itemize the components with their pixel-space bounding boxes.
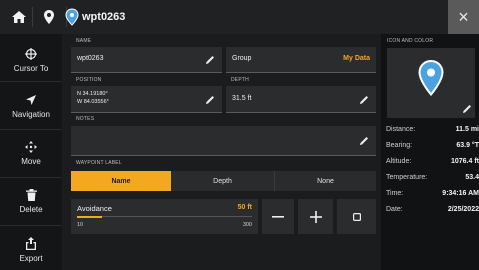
avoidance-control: Avoidance 50 ft 10 300 <box>71 199 258 234</box>
name-label: NAME <box>76 38 92 44</box>
avoidance-decrease-button[interactable] <box>262 199 294 234</box>
name-field[interactable]: wpt0263 <box>71 47 222 73</box>
label-option-depth[interactable]: Depth <box>171 171 275 191</box>
avoidance-increase-button[interactable] <box>298 199 333 234</box>
depth-value: 31.5 ft <box>232 95 252 102</box>
waypoint-pin-icon <box>418 60 444 96</box>
notes-label: NOTES <box>76 116 95 122</box>
info-key: Bearing: <box>386 142 413 149</box>
avoidance-label: Avoidance <box>77 204 112 213</box>
divider <box>0 177 62 178</box>
notes-field[interactable] <box>71 126 376 156</box>
icon-color-title: ICON AND COLOR <box>387 38 434 44</box>
edit-pencil-icon <box>206 56 214 64</box>
position-field[interactable]: N 34.19180° W 84.03556° <box>71 86 222 113</box>
waypoint-title-icon <box>65 8 79 26</box>
minus-icon <box>272 215 284 218</box>
edit-pencil-icon <box>463 105 471 113</box>
info-key: Altitude: <box>386 158 412 165</box>
sidebar-item-label: Export <box>19 254 43 263</box>
home-button[interactable] <box>4 4 34 30</box>
info-key: Temperature: <box>386 174 428 181</box>
avoidance-toggle-button[interactable] <box>337 199 376 234</box>
group-value: My Data <box>343 55 370 62</box>
sidebar-item-label: Navigation <box>12 110 50 119</box>
position-latitude: N 34.19180° <box>77 91 108 97</box>
move-arrows-icon <box>25 141 37 153</box>
close-button[interactable]: × <box>448 0 479 34</box>
group-label: Group <box>232 55 252 62</box>
info-value: 2/25/2022 <box>447 206 479 213</box>
trash-icon <box>25 189 37 201</box>
edit-pencil-icon <box>360 137 368 145</box>
sidebar-item-export[interactable]: Export <box>0 237 62 263</box>
square-icon <box>352 212 361 221</box>
divider <box>0 81 62 82</box>
waypoint-label-selector: Name Depth None <box>71 171 376 191</box>
group-selector[interactable]: Group My Data <box>226 47 376 73</box>
page-title: wpt0263 <box>82 11 126 23</box>
info-value: 53.4 <box>465 174 479 181</box>
sidebar-item-cursor-to[interactable]: Cursor To <box>0 48 62 73</box>
position-longitude: W 84.03556° <box>77 99 109 105</box>
avoidance-min: 10 <box>77 222 84 228</box>
divider <box>32 7 33 27</box>
sidebar-item-delete[interactable]: Delete <box>0 189 62 214</box>
waypoint-label-title: WAYPOINT LABEL <box>76 160 122 166</box>
info-value: 63.9 °T <box>456 142 479 149</box>
info-key: Date: <box>386 206 403 213</box>
sidebar-item-move[interactable]: Move <box>0 141 62 166</box>
sidebar-item-label: Delete <box>19 205 43 214</box>
info-list: Distance: 11.5 mi Bearing: 63.9 °T Altit… <box>381 120 479 230</box>
divider <box>0 225 62 226</box>
avoidance-max: 300 <box>242 222 252 228</box>
crosshair-icon <box>25 48 37 60</box>
info-value: 9:34:16 AM <box>442 190 479 197</box>
info-value: 1076.4 ft <box>450 158 479 165</box>
info-value: 11.5 mi <box>455 126 479 133</box>
depth-label: DEPTH <box>231 77 249 83</box>
info-key: Distance: <box>386 126 416 133</box>
close-icon: × <box>458 6 469 27</box>
divider <box>0 129 62 130</box>
position-label: POSITION <box>76 77 102 83</box>
avoidance-slider-track[interactable] <box>77 215 252 218</box>
avoidance-slider-fill <box>77 215 102 218</box>
name-value: wpt0263 <box>77 55 104 62</box>
avoidance-value: 50 ft <box>237 204 252 211</box>
sidebar-item-navigation[interactable]: Navigation <box>0 94 62 119</box>
home-icon <box>12 11 26 23</box>
navigation-arrow-icon <box>26 95 36 105</box>
icon-color-selector[interactable] <box>387 48 475 118</box>
label-option-name[interactable]: Name <box>71 171 171 191</box>
location-button[interactable] <box>34 4 64 30</box>
location-pin-icon <box>44 10 54 24</box>
label-option-none[interactable]: None <box>275 171 376 191</box>
edit-pencil-icon <box>360 96 368 104</box>
export-icon <box>26 237 36 250</box>
sidebar: Cursor To Navigation Move Delete Export <box>0 34 62 270</box>
sidebar-item-label: Move <box>21 157 41 166</box>
edit-pencil-icon <box>206 96 214 104</box>
depth-field[interactable]: 31.5 ft <box>226 86 376 113</box>
plus-icon <box>309 210 322 223</box>
info-key: Time: <box>386 190 404 197</box>
sidebar-item-label: Cursor To <box>13 64 49 73</box>
